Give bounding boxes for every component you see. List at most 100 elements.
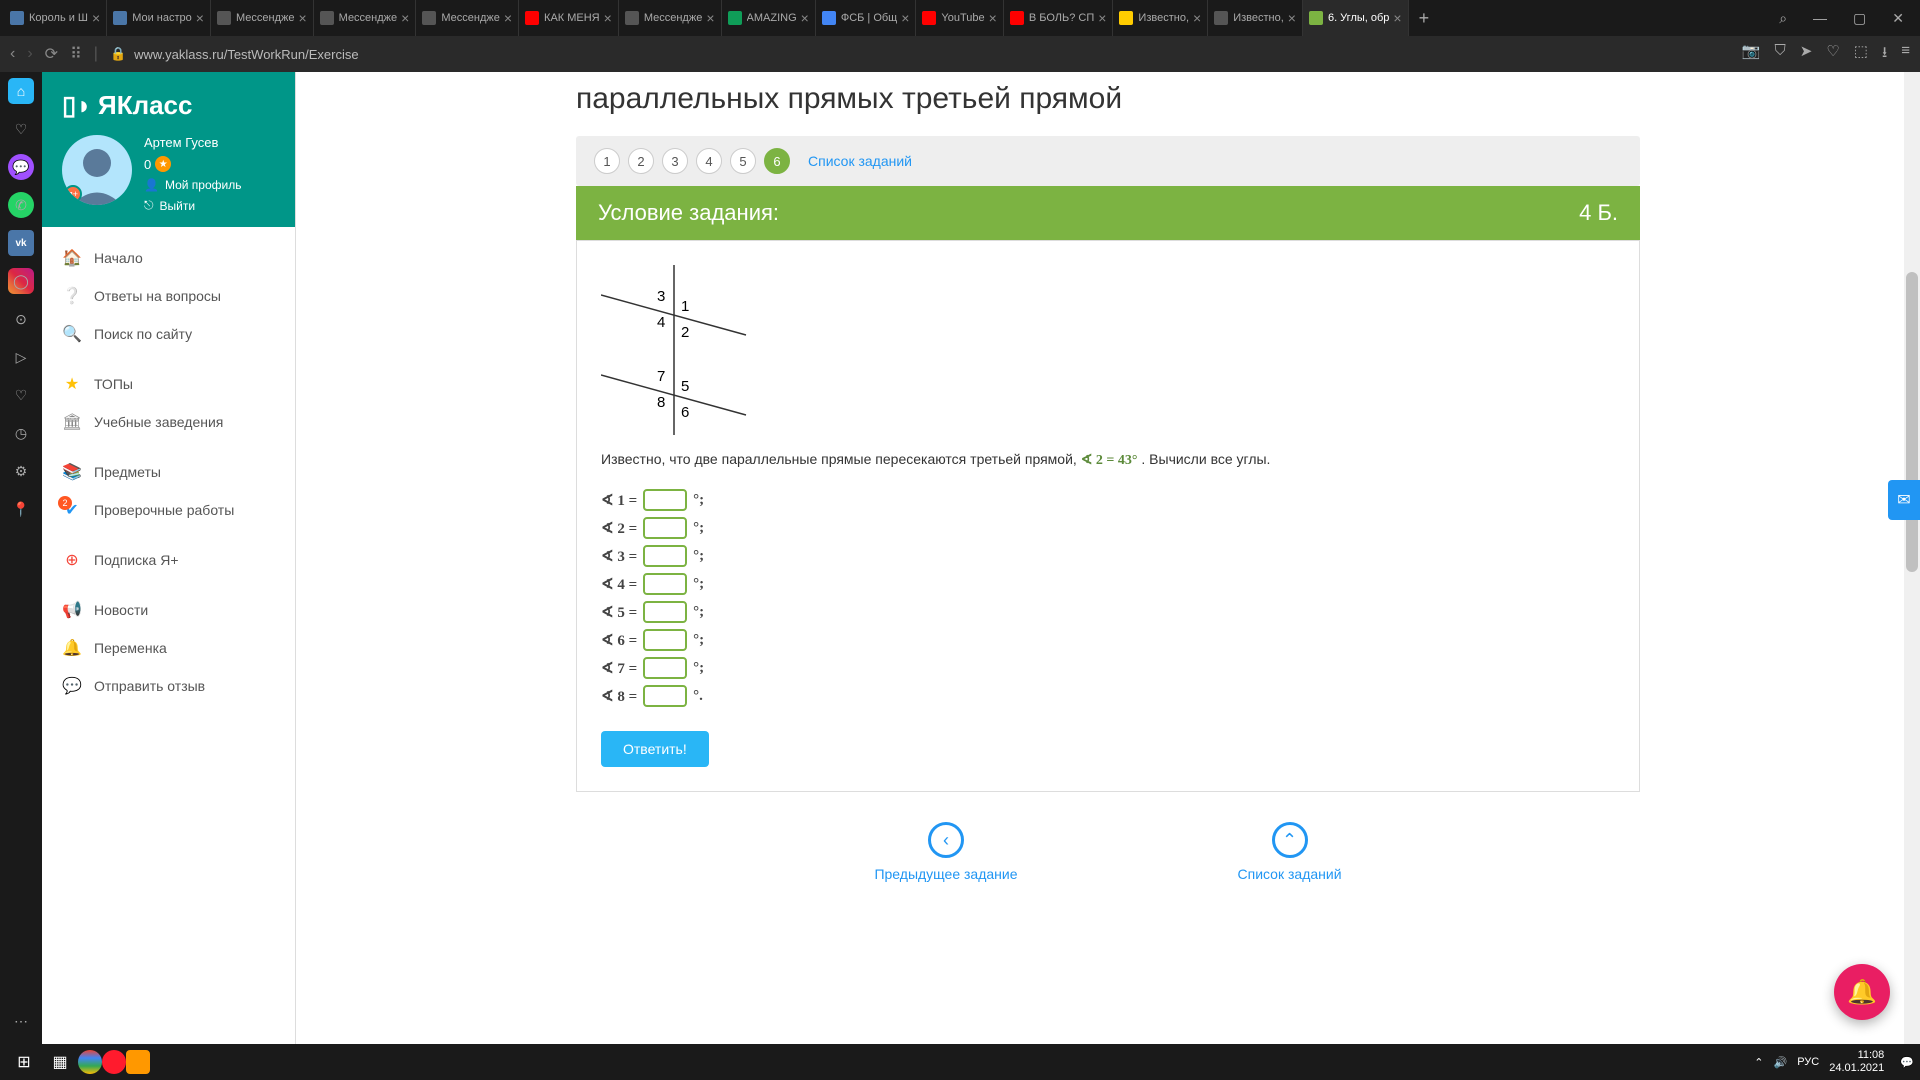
back-button[interactable]: ‹ — [10, 45, 15, 63]
play-icon[interactable]: ▷ — [8, 344, 34, 370]
nav-tests[interactable]: ✔Проверочные работы — [42, 491, 295, 529]
browser-tab[interactable]: В БОЛЬ? СП× — [1004, 0, 1114, 36]
settings-icon[interactable]: ⚙ — [8, 458, 34, 484]
step-5[interactable]: 5 — [730, 148, 756, 174]
clock[interactable]: 11:08 24.01.2021 — [1829, 1049, 1890, 1075]
menu-icon[interactable]: ≡ — [1901, 42, 1910, 67]
notifications-icon[interactable]: 💬 — [1900, 1056, 1914, 1069]
scrollbar-thumb[interactable] — [1906, 272, 1918, 572]
speed-dial-icon[interactable]: ⠿ — [70, 44, 82, 64]
tab-close-icon[interactable]: × — [604, 10, 612, 26]
tab-close-icon[interactable]: × — [989, 10, 997, 26]
nav-subjects[interactable]: 📚Предметы — [42, 453, 295, 491]
new-tab-button[interactable]: + — [1409, 8, 1440, 29]
whatsapp-icon[interactable]: ✆ — [8, 192, 34, 218]
vk-icon[interactable]: vk — [8, 230, 34, 256]
angle-input-7[interactable] — [643, 657, 687, 679]
answer-button[interactable]: Ответить! — [601, 731, 709, 767]
task-view-icon[interactable]: ▦ — [42, 1047, 78, 1077]
logo[interactable]: ▯◗ ЯКласс — [62, 90, 275, 121]
tab-close-icon[interactable]: × — [706, 10, 714, 26]
browser-tab[interactable]: Известно,× — [1208, 0, 1303, 36]
tray-chevron-icon[interactable]: ⌃ — [1754, 1056, 1763, 1069]
step-1[interactable]: 1 — [594, 148, 620, 174]
step-3[interactable]: 3 — [662, 148, 688, 174]
angle-input-3[interactable] — [643, 545, 687, 567]
mail-float-button[interactable]: ✉ — [1888, 480, 1920, 520]
task-list-link[interactable]: Список заданий — [808, 153, 912, 169]
angle-input-1[interactable] — [643, 489, 687, 511]
browser-tab[interactable]: Мессендже× — [416, 0, 519, 36]
browser-tab[interactable]: Мессендже× — [314, 0, 417, 36]
opera-icon[interactable] — [102, 1050, 126, 1074]
browser-tab[interactable]: ФСБ | Общ× — [816, 0, 917, 36]
cube-icon[interactable]: ⬚ — [1854, 42, 1868, 67]
home-icon[interactable]: ⌂ — [8, 78, 34, 104]
camera-icon[interactable]: 📷 — [1742, 42, 1761, 67]
angle-input-8[interactable] — [643, 685, 687, 707]
pin-icon[interactable]: 📍 — [8, 496, 34, 522]
browser-tab[interactable]: 6. Углы, обр× — [1303, 0, 1409, 36]
nav-schools[interactable]: 🏛Учебные заведения — [42, 403, 295, 441]
tab-close-icon[interactable]: × — [801, 10, 809, 26]
shield-icon[interactable]: ⛉ — [1774, 42, 1785, 67]
volume-icon[interactable]: 🔊 — [1774, 1056, 1788, 1069]
avatar[interactable]: я+ — [62, 135, 132, 205]
reload-button[interactable]: ⟳ — [45, 44, 58, 64]
prev-task-button[interactable]: ‹ Предыдущее задание — [874, 822, 1017, 882]
logout-link[interactable]: ⎋ Выйти — [144, 198, 241, 213]
forward-button[interactable]: › — [27, 45, 32, 63]
app-icon[interactable] — [126, 1050, 150, 1074]
start-button[interactable]: ⊞ — [6, 1047, 42, 1077]
maximize-button[interactable]: ▢ — [1841, 4, 1878, 33]
nav-home[interactable]: 🏠Начало — [42, 239, 295, 277]
browser-tab[interactable]: Король и Ш× — [4, 0, 107, 36]
tab-close-icon[interactable]: × — [504, 10, 512, 26]
angle-input-6[interactable] — [643, 629, 687, 651]
send-icon[interactable]: ➤ — [1800, 42, 1813, 67]
profile-link[interactable]: 👤 Мой профиль — [144, 178, 241, 192]
step-6[interactable]: 6 — [764, 148, 790, 174]
chrome-icon[interactable] — [78, 1050, 102, 1074]
tab-close-icon[interactable]: × — [901, 10, 909, 26]
more-icon[interactable]: ⋯ — [8, 1008, 34, 1034]
angle-input-4[interactable] — [643, 573, 687, 595]
heart-strip-icon[interactable]: ♡ — [8, 382, 34, 408]
browser-tab[interactable]: Мессендже× — [211, 0, 314, 36]
tab-close-icon[interactable]: × — [298, 10, 306, 26]
search-icon[interactable]: ⌕ — [1767, 4, 1799, 33]
history-icon[interactable]: ⊙ — [8, 306, 34, 332]
nav-search[interactable]: 🔍Поиск по сайту — [42, 315, 295, 353]
messenger-icon[interactable]: 💬 — [8, 154, 34, 180]
nav-top[interactable]: ★ТОПы — [42, 365, 295, 403]
browser-tab[interactable]: YouTube× — [916, 0, 1003, 36]
nav-faq[interactable]: ❔Ответы на вопросы — [42, 277, 295, 315]
step-4[interactable]: 4 — [696, 148, 722, 174]
tab-close-icon[interactable]: × — [92, 10, 100, 26]
tab-close-icon[interactable]: × — [1393, 10, 1401, 26]
angle-input-5[interactable] — [643, 601, 687, 623]
bookmark-icon[interactable]: ♡ — [8, 116, 34, 142]
heart-icon[interactable]: ♡ — [1826, 42, 1839, 67]
nav-break[interactable]: 🔔Переменка — [42, 629, 295, 667]
task-list-button[interactable]: ⌃ Список заданий — [1238, 822, 1342, 882]
nav-news[interactable]: 📢Новости — [42, 591, 295, 629]
tab-close-icon[interactable]: × — [1098, 10, 1106, 26]
tab-close-icon[interactable]: × — [196, 10, 204, 26]
step-2[interactable]: 2 — [628, 148, 654, 174]
close-button[interactable]: ✕ — [1880, 4, 1916, 33]
url-field[interactable]: 🔒 www.yaklass.ru/TestWorkRun/Exercise — [110, 46, 359, 62]
tab-close-icon[interactable]: × — [1193, 10, 1201, 26]
browser-tab[interactable]: AMAZING× — [722, 0, 816, 36]
clock-icon[interactable]: ◷ — [8, 420, 34, 446]
browser-tab[interactable]: КАК МЕНЯ× — [519, 0, 619, 36]
nav-feedback[interactable]: 💬Отправить отзыв — [42, 667, 295, 705]
angle-input-2[interactable] — [643, 517, 687, 539]
browser-tab[interactable]: Мои настро× — [107, 0, 211, 36]
language-indicator[interactable]: РУС — [1797, 1056, 1819, 1068]
download-icon[interactable]: ⭳ — [1882, 42, 1887, 67]
browser-tab[interactable]: Известно,× — [1113, 0, 1208, 36]
notification-bell-button[interactable]: 🔔 — [1834, 964, 1890, 1020]
scrollbar[interactable] — [1904, 72, 1920, 1044]
tab-close-icon[interactable]: × — [401, 10, 409, 26]
